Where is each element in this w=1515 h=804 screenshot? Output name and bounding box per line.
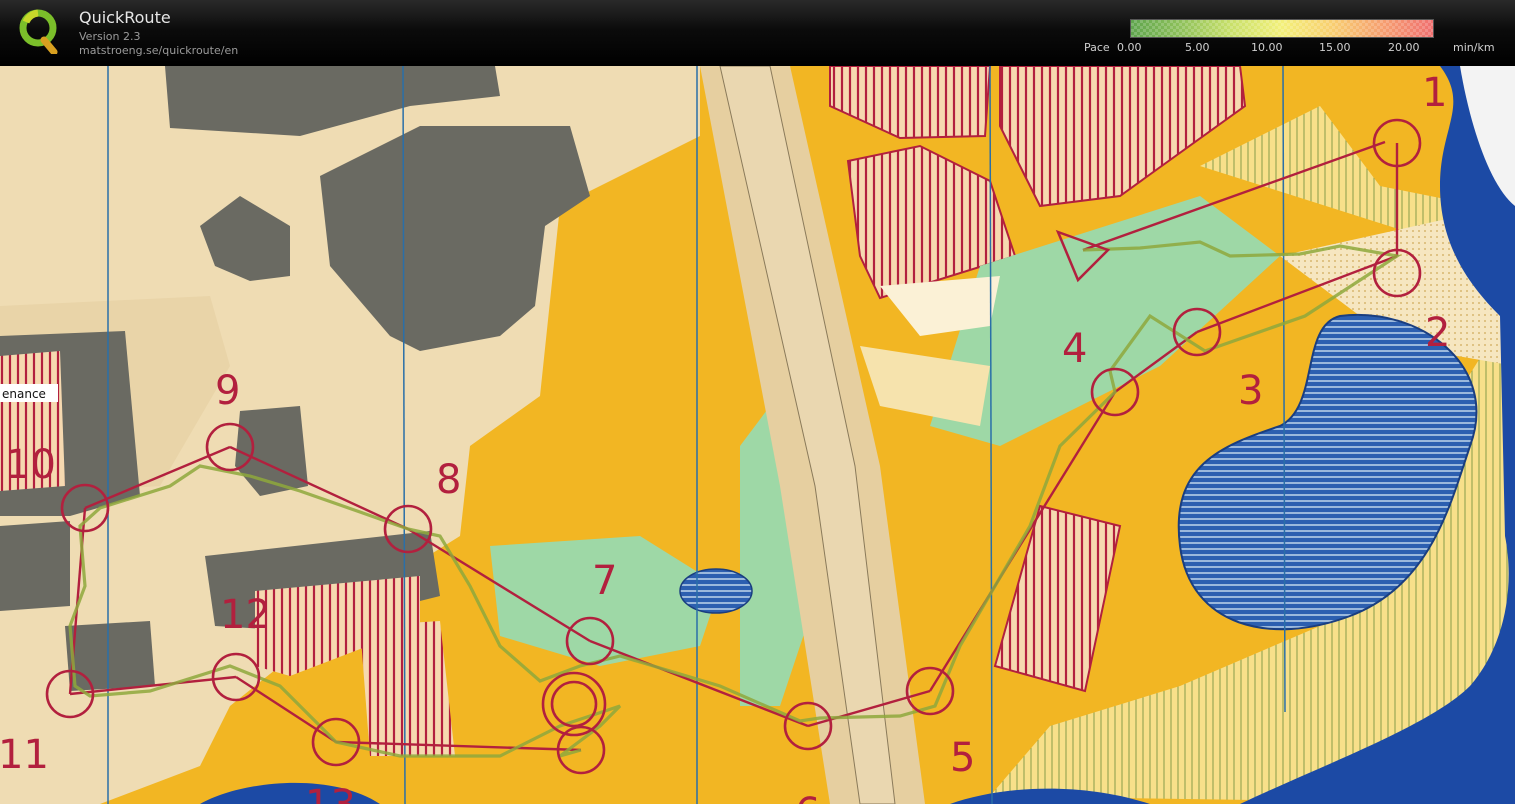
app-title: QuickRoute [79,8,171,27]
control-number-10: 10 [5,442,56,488]
app-url[interactable]: matstroeng.se/quickroute/en [79,44,238,57]
quickroute-logo-icon [19,9,58,54]
pond [679,568,753,614]
pace-tick-0: 0.00 [1117,41,1142,54]
control-number-3: 3 [1238,368,1263,414]
pace-unit: min/km [1453,41,1495,54]
control-number-13: 13 [305,782,356,804]
control-number-12: 12 [220,592,271,638]
title-bar: QuickRoute Version 2.3 matstroeng.se/qui… [0,0,1515,66]
pace-tick-20: 20.00 [1388,41,1420,54]
map-canvas: 1 2 3 4 5 6 7 8 9 10 11 12 13 enance [0,66,1515,804]
control-number-2: 2 [1425,310,1450,356]
pace-label: Pace [1084,41,1110,54]
app-version: Version 2.3 [79,30,141,43]
control-number-5: 5 [950,735,975,781]
orienteering-map[interactable]: 1 2 3 4 5 6 7 8 9 10 11 12 13 enance [0,66,1515,804]
control-number-6: 6 [795,790,820,804]
control-number-7: 7 [592,558,617,604]
pace-color-scale [1130,19,1434,38]
pace-tick-15: 15.00 [1319,41,1351,54]
control-number-4: 4 [1062,326,1087,372]
pace-tick-5: 5.00 [1185,41,1210,54]
pace-tick-10: 10.00 [1251,41,1283,54]
control-number-11: 11 [0,732,49,778]
map-text-fragment: enance [2,387,46,401]
control-number-8: 8 [436,457,461,503]
building-11 [65,621,155,691]
control-number-1: 1 [1422,70,1447,116]
control-number-9: 9 [215,368,240,414]
